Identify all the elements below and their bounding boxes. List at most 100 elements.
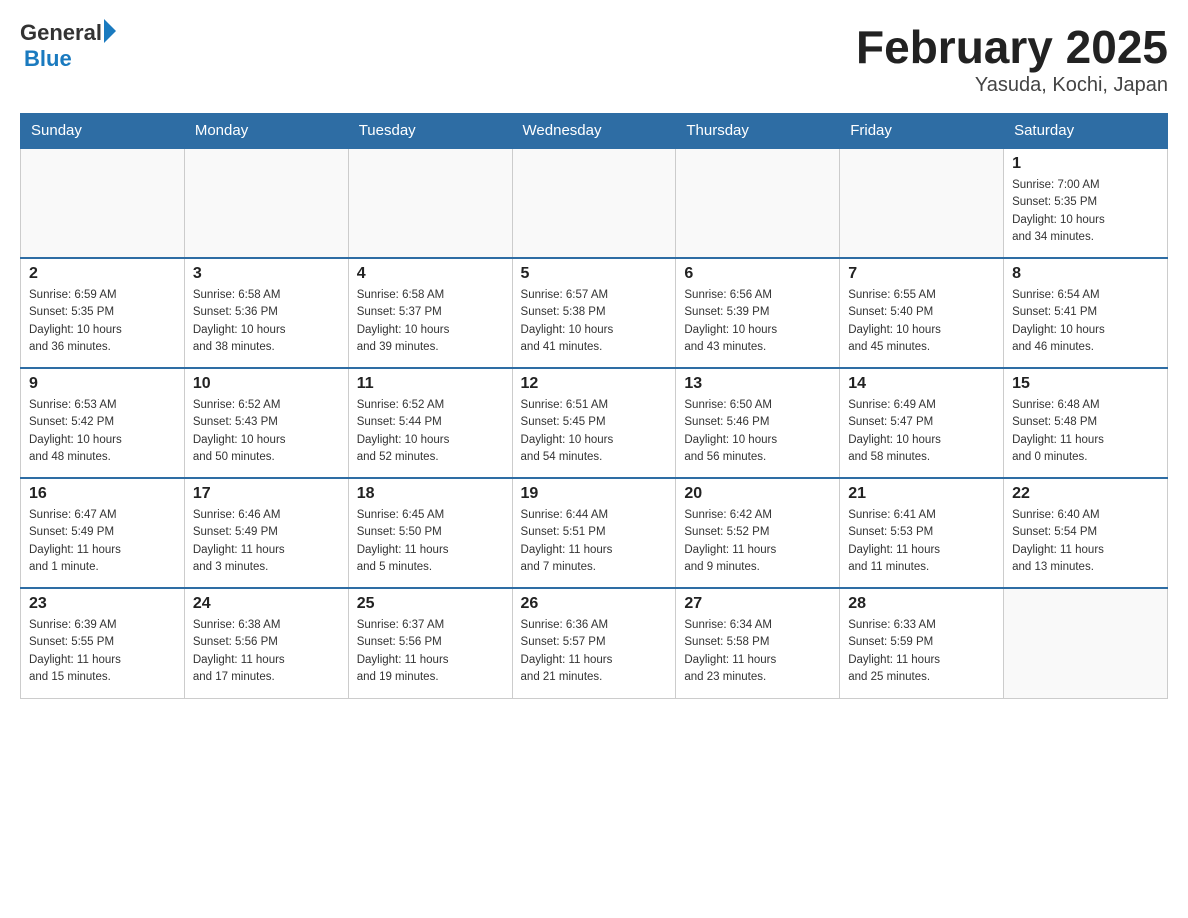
day-number: 11 xyxy=(357,375,504,393)
weekday-monday: Monday xyxy=(184,114,348,149)
day-number: 9 xyxy=(29,375,176,393)
calendar-cell: 12Sunrise: 6:51 AMSunset: 5:45 PMDayligh… xyxy=(512,368,676,478)
day-number: 13 xyxy=(684,375,831,393)
calendar-cell: 16 Sunrise: 6:47 AMSunset: 5:49 PMDayligh… xyxy=(21,478,185,588)
day-info: Sunrise: 6:47 AMSunset: 5:49 PMDaylight:… xyxy=(29,507,176,576)
day-number: 24 xyxy=(193,595,340,613)
day-info: Sunrise: 6:33 AMSunset: 5:59 PMDaylight:… xyxy=(848,617,995,686)
calendar-body: 1 Sunrise: 7:00 AMSunset: 5:35 PMDaylight… xyxy=(21,148,1168,698)
day-info: Sunrise: 6:38 AMSunset: 5:56 PMDaylight:… xyxy=(193,617,340,686)
calendar-cell: 14 Sunrise: 6:49 AMSunset: 5:47 PMDayligh… xyxy=(840,368,1004,478)
calendar-cell xyxy=(348,148,512,258)
day-number: 26 xyxy=(521,595,668,613)
day-info: Sunrise: 6:42 AMSunset: 5:52 PMDaylight:… xyxy=(684,507,831,576)
day-info: Sunrise: 6:58 AMSunset: 5:36 PMDaylight:… xyxy=(193,287,340,356)
calendar-cell: 17 Sunrise: 6:46 AMSunset: 5:49 PMDayligh… xyxy=(184,478,348,588)
calendar-cell: 23 Sunrise: 6:39 AMSunset: 5:55 PMDayligh… xyxy=(21,588,185,698)
calendar-week-3: 9Sunrise: 6:53 AMSunset: 5:42 PMDaylight… xyxy=(21,368,1168,478)
calendar-cell: 10Sunrise: 6:52 AMSunset: 5:43 PMDayligh… xyxy=(184,368,348,478)
day-number: 8 xyxy=(1012,265,1159,283)
weekday-friday: Friday xyxy=(840,114,1004,149)
calendar-cell: 13 Sunrise: 6:50 AMSunset: 5:46 PMDayligh… xyxy=(676,368,840,478)
day-number: 2 xyxy=(29,265,176,283)
day-number: 18 xyxy=(357,485,504,503)
day-number: 17 xyxy=(193,485,340,503)
calendar-table: SundayMondayTuesdayWednesdayThursdayFrid… xyxy=(20,113,1168,699)
day-number: 23 xyxy=(29,595,176,613)
calendar-cell: 20 Sunrise: 6:42 AMSunset: 5:52 PMDayligh… xyxy=(676,478,840,588)
weekday-thursday: Thursday xyxy=(676,114,840,149)
day-number: 20 xyxy=(684,485,831,503)
day-number: 14 xyxy=(848,375,995,393)
calendar-cell: 25Sunrise: 6:37 AMSunset: 5:56 PMDayligh… xyxy=(348,588,512,698)
calendar-cell: 6 Sunrise: 6:56 AMSunset: 5:39 PMDaylight… xyxy=(676,258,840,368)
day-number: 28 xyxy=(848,595,995,613)
day-number: 6 xyxy=(684,265,831,283)
day-number: 4 xyxy=(357,265,504,283)
calendar-cell: 11 Sunrise: 6:52 AMSunset: 5:44 PMDayligh… xyxy=(348,368,512,478)
logo-general: General xyxy=(20,20,102,46)
logo: General Blue xyxy=(20,20,116,72)
day-number: 19 xyxy=(521,485,668,503)
page-header: General Blue February 2025 Yasuda, Kochi… xyxy=(20,20,1168,97)
calendar-cell: 5 Sunrise: 6:57 AMSunset: 5:38 PMDaylight… xyxy=(512,258,676,368)
title-block: February 2025 Yasuda, Kochi, Japan xyxy=(856,20,1168,97)
calendar-cell: 28 Sunrise: 6:33 AMSunset: 5:59 PMDayligh… xyxy=(840,588,1004,698)
day-info: Sunrise: 6:41 AMSunset: 5:53 PMDaylight:… xyxy=(848,507,995,576)
calendar-cell: 9Sunrise: 6:53 AMSunset: 5:42 PMDaylight… xyxy=(21,368,185,478)
logo-arrow-icon xyxy=(104,19,116,43)
calendar-cell: 8 Sunrise: 6:54 AMSunset: 5:41 PMDaylight… xyxy=(1004,258,1168,368)
day-info: Sunrise: 6:50 AMSunset: 5:46 PMDaylight:… xyxy=(684,397,831,466)
day-info: Sunrise: 7:00 AMSunset: 5:35 PMDaylight:… xyxy=(1012,177,1159,246)
day-info: Sunrise: 6:45 AMSunset: 5:50 PMDaylight:… xyxy=(357,507,504,576)
day-info: Sunrise: 6:54 AMSunset: 5:41 PMDaylight:… xyxy=(1012,287,1159,356)
day-info: Sunrise: 6:52 AMSunset: 5:43 PMDaylight:… xyxy=(193,397,340,466)
day-info: Sunrise: 6:52 AMSunset: 5:44 PMDaylight:… xyxy=(357,397,504,466)
calendar-cell: 3 Sunrise: 6:58 AMSunset: 5:36 PMDaylight… xyxy=(184,258,348,368)
calendar-cell: 22 Sunrise: 6:40 AMSunset: 5:54 PMDayligh… xyxy=(1004,478,1168,588)
day-info: Sunrise: 6:44 AMSunset: 5:51 PMDaylight:… xyxy=(521,507,668,576)
logo-blue: Blue xyxy=(24,46,116,72)
day-info: Sunrise: 6:57 AMSunset: 5:38 PMDaylight:… xyxy=(521,287,668,356)
weekday-sunday: Sunday xyxy=(21,114,185,149)
day-info: Sunrise: 6:59 AMSunset: 5:35 PMDaylight:… xyxy=(29,287,176,356)
calendar-cell xyxy=(184,148,348,258)
calendar-cell: 27Sunrise: 6:34 AMSunset: 5:58 PMDayligh… xyxy=(676,588,840,698)
calendar-subtitle: Yasuda, Kochi, Japan xyxy=(856,74,1168,97)
calendar-cell: 24 Sunrise: 6:38 AMSunset: 5:56 PMDayligh… xyxy=(184,588,348,698)
calendar-week-1: 1 Sunrise: 7:00 AMSunset: 5:35 PMDaylight… xyxy=(21,148,1168,258)
weekday-saturday: Saturday xyxy=(1004,114,1168,149)
day-info: Sunrise: 6:40 AMSunset: 5:54 PMDaylight:… xyxy=(1012,507,1159,576)
calendar-cell: 18 Sunrise: 6:45 AMSunset: 5:50 PMDayligh… xyxy=(348,478,512,588)
day-info: Sunrise: 6:48 AMSunset: 5:48 PMDaylight:… xyxy=(1012,397,1159,466)
day-number: 3 xyxy=(193,265,340,283)
day-number: 5 xyxy=(521,265,668,283)
calendar-week-4: 16 Sunrise: 6:47 AMSunset: 5:49 PMDayligh… xyxy=(21,478,1168,588)
calendar-cell xyxy=(21,148,185,258)
day-info: Sunrise: 6:39 AMSunset: 5:55 PMDaylight:… xyxy=(29,617,176,686)
day-number: 27 xyxy=(684,595,831,613)
calendar-cell: 19 Sunrise: 6:44 AMSunset: 5:51 PMDayligh… xyxy=(512,478,676,588)
day-number: 7 xyxy=(848,265,995,283)
calendar-cell xyxy=(676,148,840,258)
calendar-cell: 2 Sunrise: 6:59 AMSunset: 5:35 PMDaylight… xyxy=(21,258,185,368)
calendar-cell: 4Sunrise: 6:58 AMSunset: 5:37 PMDaylight… xyxy=(348,258,512,368)
day-number: 25 xyxy=(357,595,504,613)
day-info: Sunrise: 6:46 AMSunset: 5:49 PMDaylight:… xyxy=(193,507,340,576)
day-info: Sunrise: 6:49 AMSunset: 5:47 PMDaylight:… xyxy=(848,397,995,466)
day-number: 16 xyxy=(29,485,176,503)
calendar-week-5: 23 Sunrise: 6:39 AMSunset: 5:55 PMDayligh… xyxy=(21,588,1168,698)
day-number: 21 xyxy=(848,485,995,503)
weekday-wednesday: Wednesday xyxy=(512,114,676,149)
day-info: Sunrise: 6:55 AMSunset: 5:40 PMDaylight:… xyxy=(848,287,995,356)
day-number: 22 xyxy=(1012,485,1159,503)
calendar-header: SundayMondayTuesdayWednesdayThursdayFrid… xyxy=(21,114,1168,149)
calendar-cell: 7 Sunrise: 6:55 AMSunset: 5:40 PMDaylight… xyxy=(840,258,1004,368)
day-info: Sunrise: 6:56 AMSunset: 5:39 PMDaylight:… xyxy=(684,287,831,356)
calendar-cell: 21 Sunrise: 6:41 AMSunset: 5:53 PMDayligh… xyxy=(840,478,1004,588)
day-number: 1 xyxy=(1012,155,1159,173)
calendar-cell: 15Sunrise: 6:48 AMSunset: 5:48 PMDayligh… xyxy=(1004,368,1168,478)
calendar-cell: 1 Sunrise: 7:00 AMSunset: 5:35 PMDaylight… xyxy=(1004,148,1168,258)
calendar-cell xyxy=(840,148,1004,258)
calendar-cell xyxy=(512,148,676,258)
